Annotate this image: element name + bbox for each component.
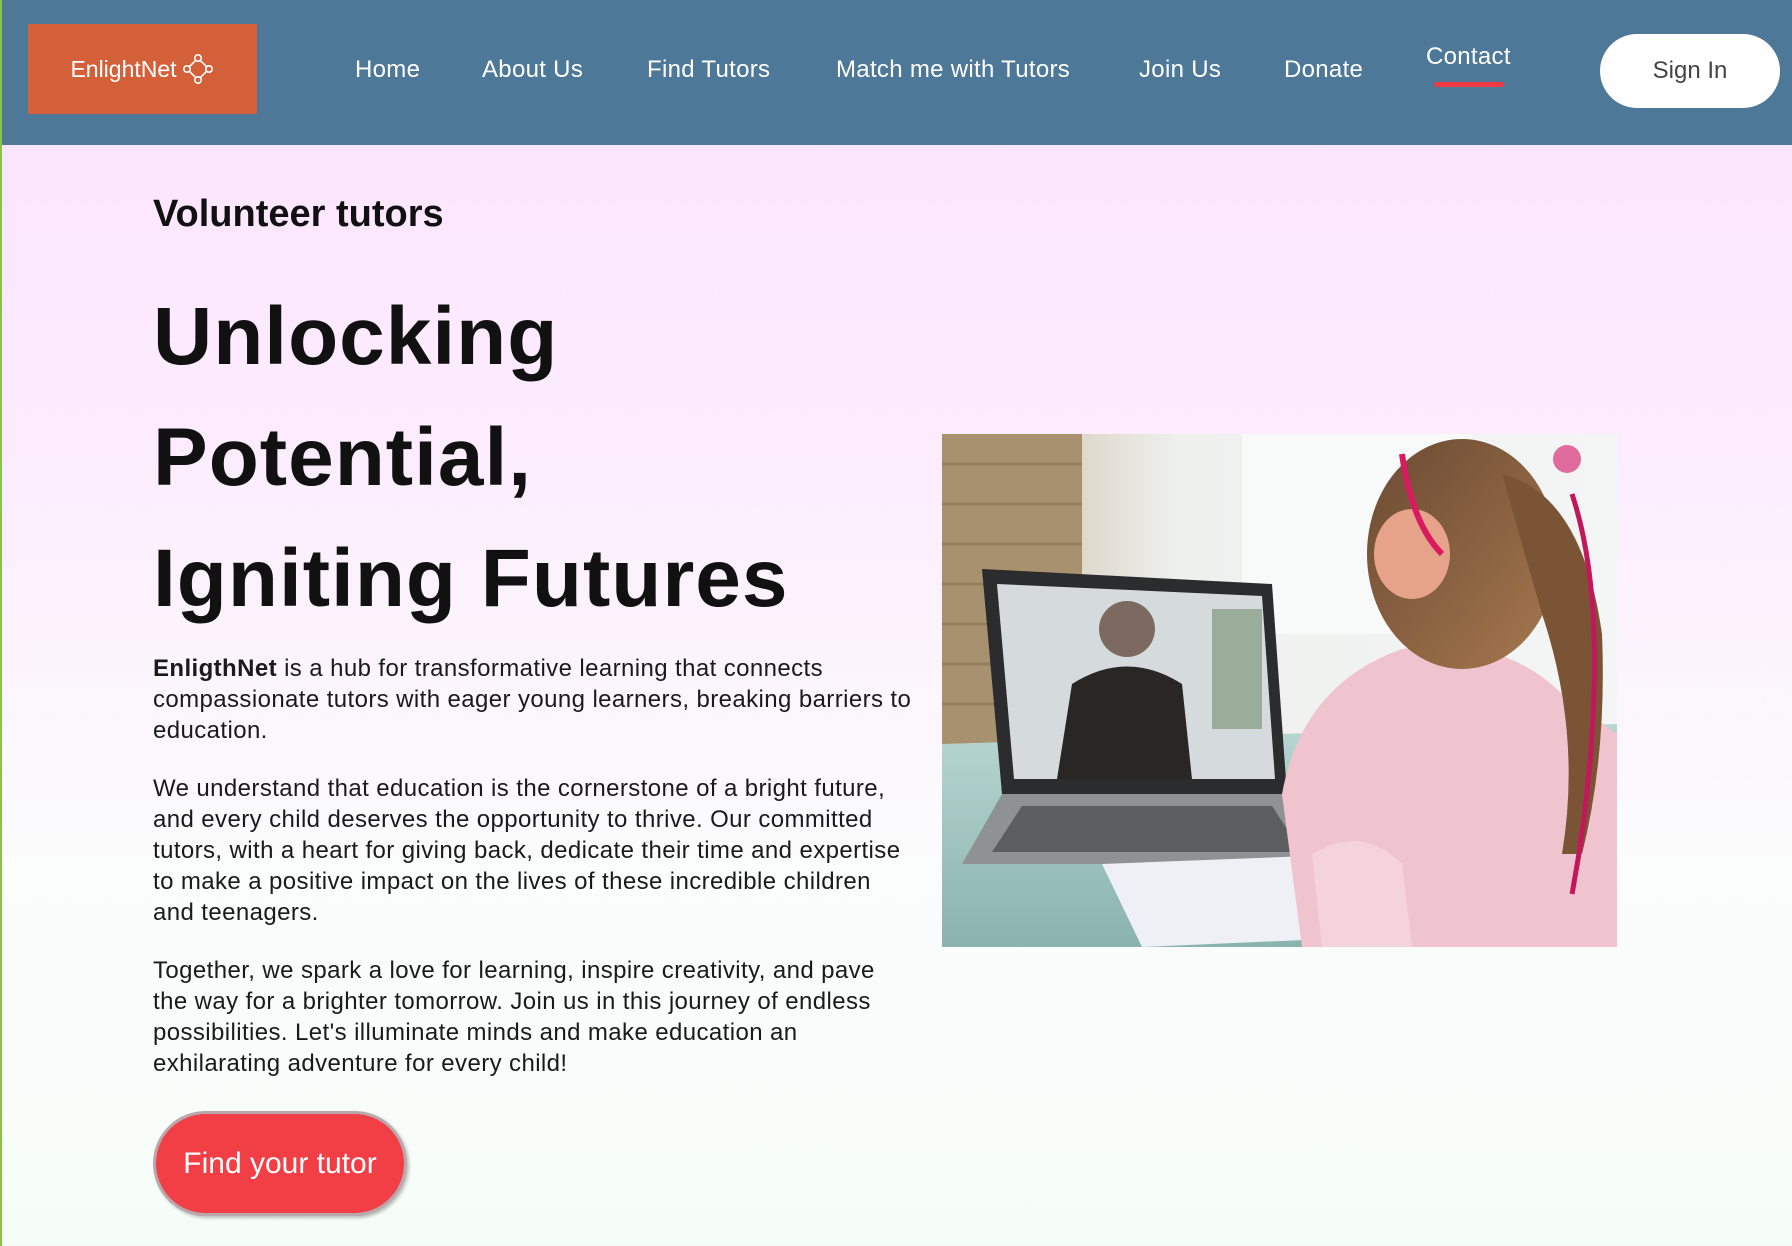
nav-home[interactable]: Home bbox=[355, 56, 420, 84]
headline-line-3: Igniting Futures bbox=[153, 533, 789, 624]
network-nodes-icon bbox=[182, 53, 213, 84]
headline-line-1: Unlocking bbox=[153, 291, 559, 382]
hero-closing-paragraph: Together, we spark a love for learning, … bbox=[153, 957, 875, 1077]
hero-headline: Unlocking Potential, Igniting Futures bbox=[153, 276, 873, 639]
nav-about-us[interactable]: About Us bbox=[482, 56, 583, 84]
sign-in-button[interactable]: Sign In bbox=[1600, 34, 1780, 108]
hero-mission-paragraph: We understand that education is the corn… bbox=[153, 775, 901, 926]
hero-intro-paragraph: EnligthNet is a hub for transformative l… bbox=[153, 653, 913, 746]
brand-mention: EnligthNet bbox=[153, 655, 277, 682]
find-your-tutor-button[interactable]: Find your tutor bbox=[153, 1111, 407, 1216]
hero-eyebrow: Volunteer tutors bbox=[153, 193, 444, 235]
nav-join-us[interactable]: Join Us bbox=[1139, 56, 1221, 84]
nav-find-tutors[interactable]: Find Tutors bbox=[647, 56, 770, 84]
active-nav-indicator bbox=[1434, 82, 1504, 87]
hero-photo-girl-online-tutoring bbox=[942, 434, 1617, 947]
headline-line-2: Potential, bbox=[153, 412, 533, 503]
top-navbar: EnlightNet Home About Us Find Tutors Mat… bbox=[2, 0, 1792, 145]
nav-donate[interactable]: Donate bbox=[1284, 56, 1363, 84]
nav-contact[interactable]: Contact bbox=[1426, 43, 1511, 71]
brand-name: EnlightNet bbox=[70, 55, 177, 82]
brand-logo[interactable]: EnlightNet bbox=[28, 24, 257, 114]
nav-match-me-with-tutors[interactable]: Match me with Tutors bbox=[836, 56, 1070, 84]
